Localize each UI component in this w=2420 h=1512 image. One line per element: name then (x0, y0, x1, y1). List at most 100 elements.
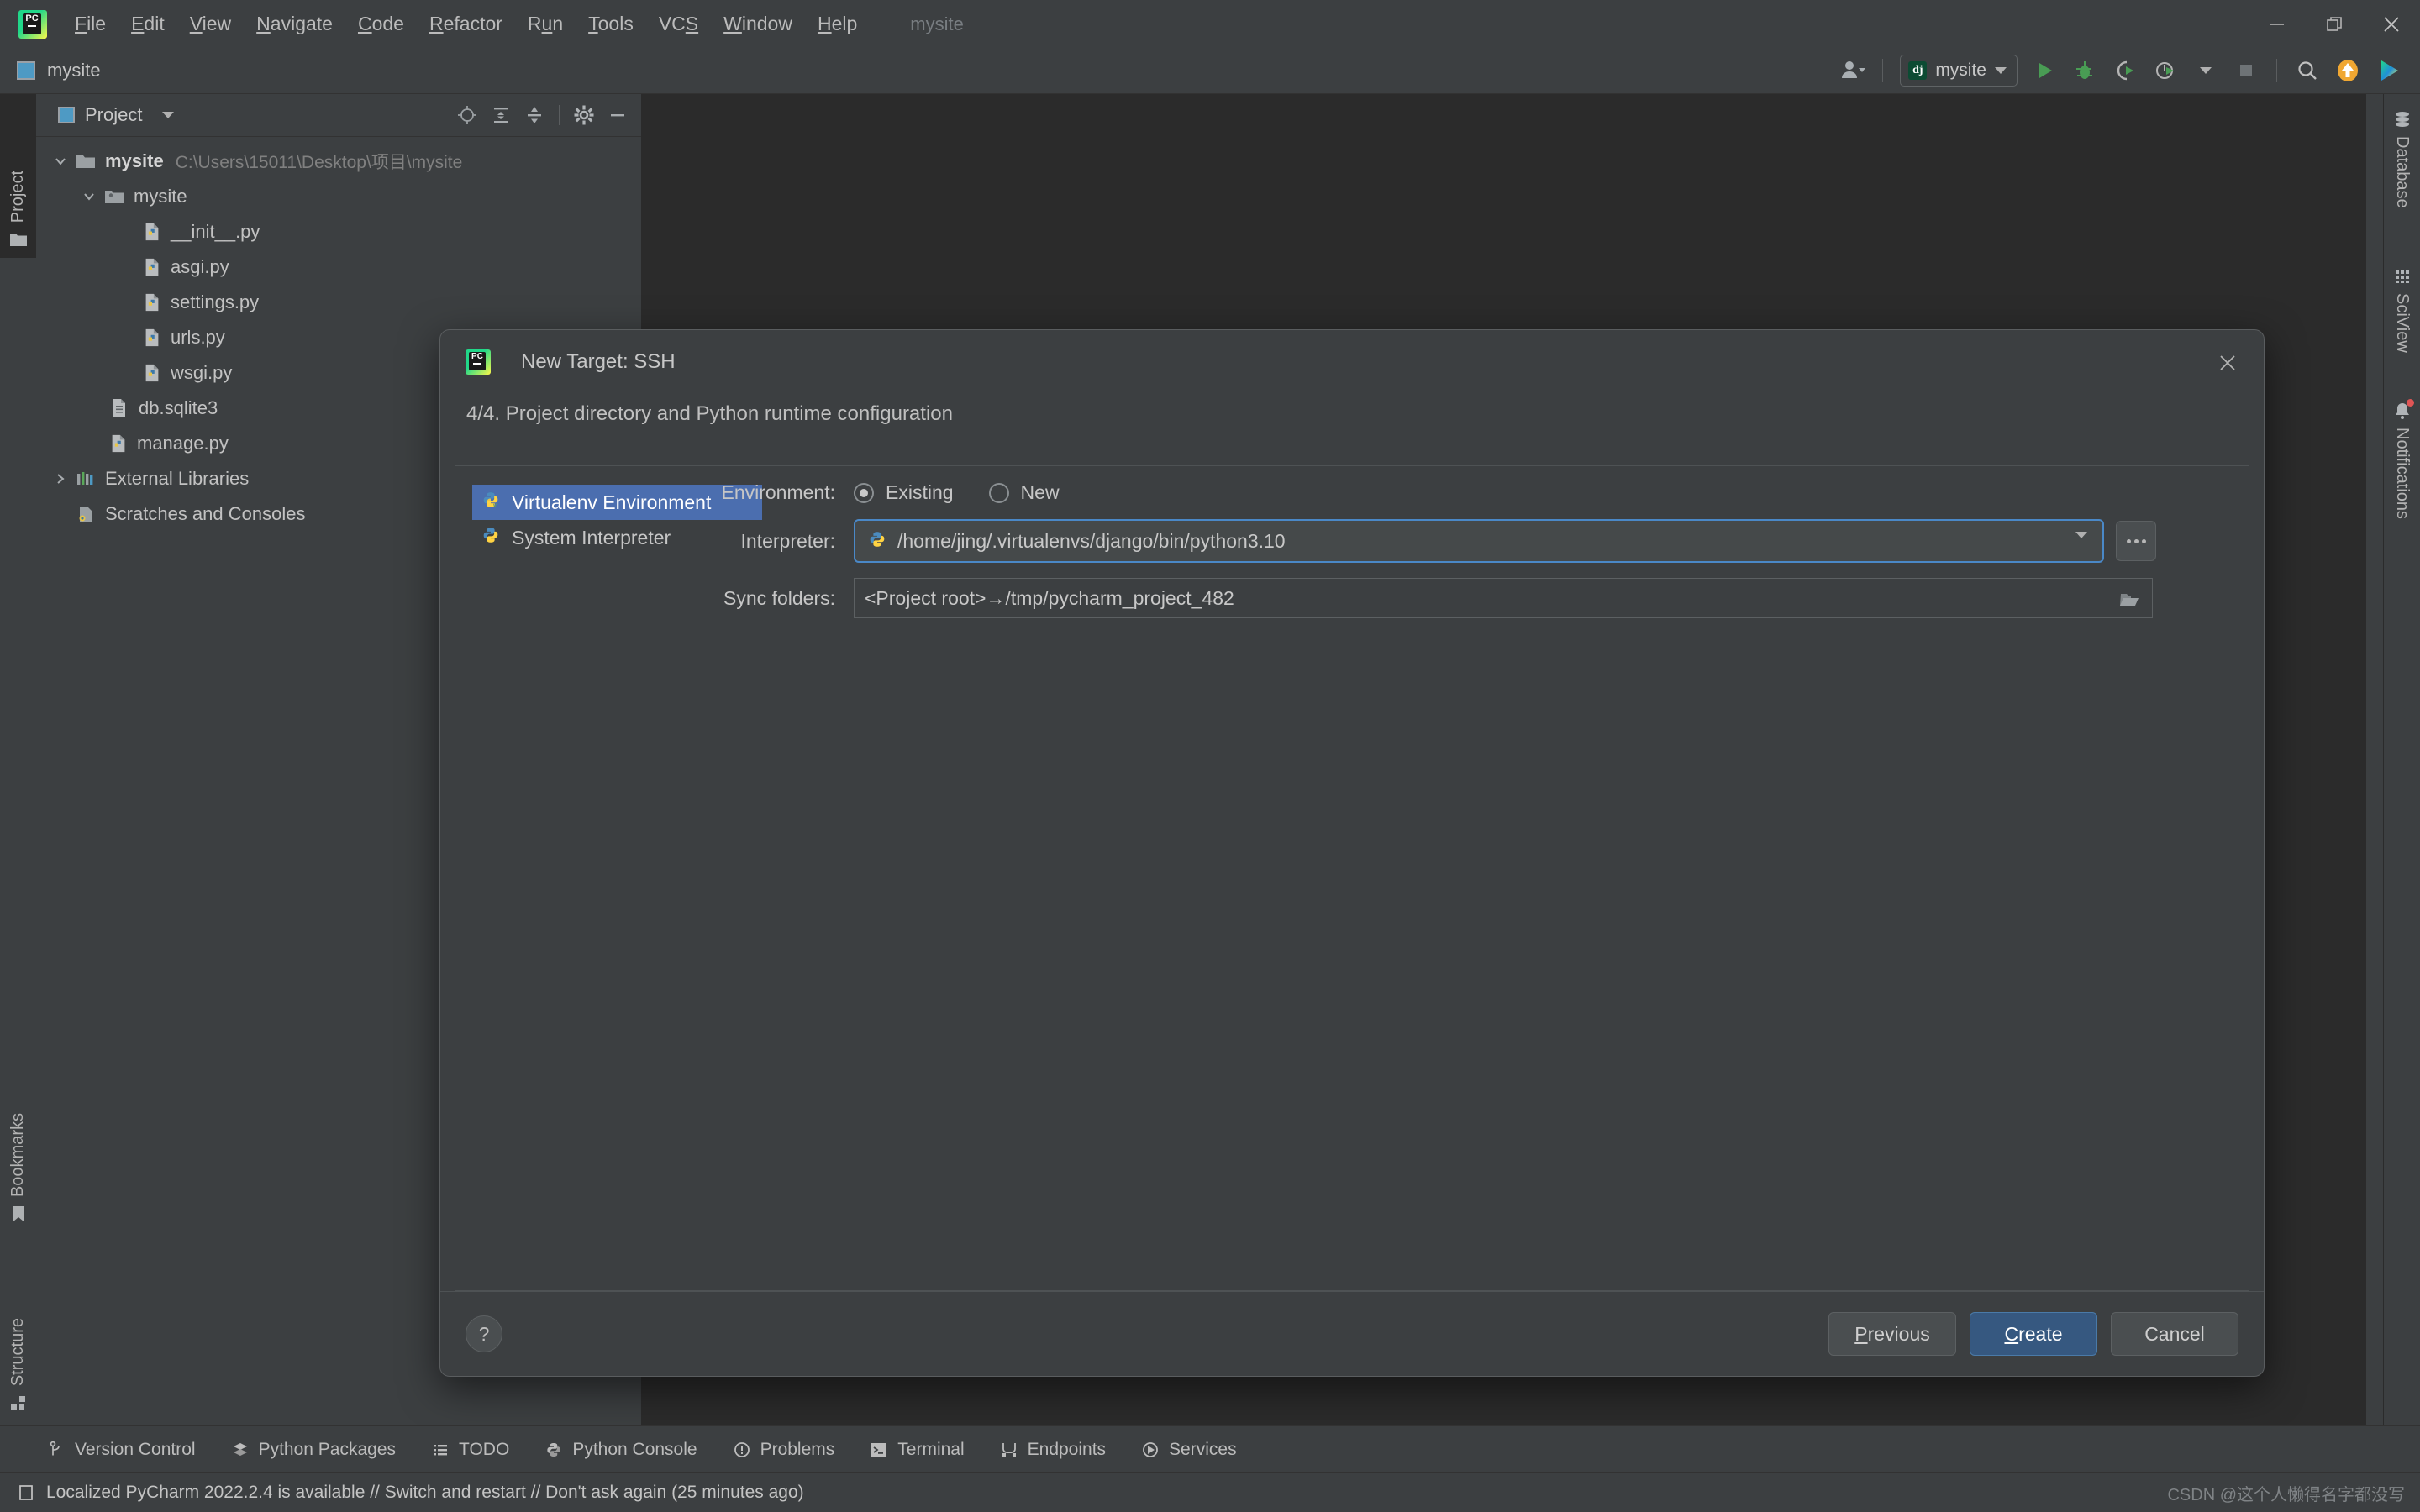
tree-label: db.sqlite3 (139, 397, 218, 418)
main-toolbar: mysite dj mysite (0, 48, 2420, 94)
chevron-down-icon[interactable] (162, 112, 175, 118)
sidebar-item-structure[interactable]: Structure (0, 1236, 36, 1421)
python-file-icon (142, 328, 162, 348)
profile-icon[interactable] (2147, 52, 2184, 89)
radio-existing-label: Existing (886, 481, 954, 503)
minimize-icon[interactable] (2249, 0, 2306, 48)
menu-run[interactable]: Run (515, 9, 576, 39)
interpreter-value: /home/jing/.virtualenvs/django/bin/pytho… (897, 529, 1286, 552)
bottom-item-todo[interactable]: TODO (431, 1440, 509, 1460)
status-message-area[interactable]: Localized PyCharm 2022.2.4 is available … (17, 1483, 804, 1503)
locate-icon[interactable] (452, 100, 482, 130)
interpreter-browse-button[interactable] (2116, 521, 2156, 561)
radio-new-indicator[interactable] (988, 482, 1009, 503)
sync-folders-field[interactable]: <Project root>→/tmp/pycharm_project_482 (854, 578, 2153, 618)
radio-new[interactable]: New (988, 481, 1060, 504)
menu-help[interactable]: Help (805, 9, 870, 39)
close-icon[interactable] (2363, 0, 2420, 48)
project-panel-tools (452, 94, 633, 136)
dialog-body: v Virtualenv Environment System Interpre… (455, 465, 2249, 1291)
dataspell-icon[interactable] (2370, 52, 2407, 89)
bottom-item-endpoints[interactable]: Endpoints (1000, 1440, 1106, 1460)
menu-edit[interactable]: Edit (118, 9, 177, 39)
rail-label-notifications: Notifications (2393, 428, 2412, 519)
tree-row-settings-py[interactable]: settings.py (36, 285, 641, 320)
menu-navigate[interactable]: Navigate (244, 9, 345, 39)
stop-icon[interactable] (2228, 52, 2265, 89)
project-widget[interactable]: mysite (17, 60, 101, 81)
hide-icon[interactable] (602, 100, 633, 130)
database-icon (2392, 109, 2412, 129)
twisty-collapsed-icon[interactable] (46, 471, 75, 486)
tree-row-mysite-pkg[interactable]: mysite (36, 179, 641, 214)
bell-icon (2392, 399, 2414, 421)
tree-row-asgi-py[interactable]: asgi.py (36, 249, 641, 285)
menu-refactor[interactable]: Refactor (417, 9, 515, 39)
menu-vcs[interactable]: VCS (646, 9, 711, 39)
env-option-label: System Interpreter (512, 526, 671, 549)
sidebar-item-bookmarks[interactable]: Bookmarks (0, 1035, 36, 1232)
menu-tools[interactable]: Tools (576, 9, 646, 39)
create-button[interactable]: Create (1970, 1312, 2097, 1356)
sidebar-item-notifications[interactable]: Notifications (2384, 392, 2420, 528)
previous-button[interactable]: Previous (1828, 1312, 1956, 1356)
radio-existing[interactable]: Existing (854, 481, 954, 504)
tree-row-mysite-root[interactable]: mysite C:\Users\15011\Desktop\项目\mysite (36, 144, 641, 179)
python-file-icon (142, 222, 162, 242)
sidebar-item-database[interactable]: Database (2384, 101, 2420, 217)
bottom-item-problems[interactable]: Problems (733, 1440, 834, 1460)
sidebar-item-project[interactable]: Project (0, 94, 36, 258)
menu-window[interactable]: Window (711, 9, 805, 39)
virtualenv-icon: v (481, 490, 501, 515)
collapse-all-icon[interactable] (519, 100, 550, 130)
bottom-tool-bar: Version Control Python Packages TODO Pyt… (0, 1425, 2420, 1473)
update-project-icon[interactable] (2329, 52, 2366, 89)
rail-label-structure: Structure (8, 1317, 27, 1386)
tree-label: settings.py (171, 291, 260, 312)
bottom-item-version-control[interactable]: Version Control (47, 1440, 196, 1460)
branch-icon (47, 1441, 66, 1459)
menu-file[interactable]: File (62, 9, 118, 39)
run-icon[interactable] (2026, 52, 2063, 89)
run-with-coverage-icon[interactable] (2107, 52, 2144, 89)
bottom-item-python-packages[interactable]: Python Packages (231, 1440, 396, 1460)
watermark: CSDN @这个人懒得名字都没写 (2167, 1486, 2405, 1504)
help-button[interactable]: ? (466, 1315, 502, 1352)
rail-label-sciview: SciView (2393, 293, 2412, 353)
tree-row-init-py[interactable]: __init__.py (36, 214, 641, 249)
twisty-expanded-icon[interactable] (46, 154, 75, 169)
sidebar-item-sciview[interactable]: SciView (2384, 258, 2420, 361)
python-icon (867, 529, 887, 554)
close-icon[interactable] (2210, 345, 2245, 381)
tree-label: urls.py (171, 327, 225, 348)
bottom-item-services[interactable]: Services (1141, 1440, 1237, 1460)
folder-browse-icon[interactable] (2118, 589, 2140, 615)
expand-all-icon[interactable] (486, 100, 516, 130)
toolbar-separator-2 (2276, 59, 2277, 82)
bottom-item-terminal[interactable]: Terminal (870, 1440, 965, 1460)
restore-icon[interactable] (2306, 0, 2363, 48)
tree-label: Scratches and Consoles (105, 503, 306, 524)
menu-code[interactable]: Code (345, 9, 417, 39)
bottom-item-label: Python Packages (258, 1439, 397, 1459)
twisty-expanded-icon[interactable] (75, 189, 103, 204)
notification-icon (17, 1483, 35, 1502)
cancel-button[interactable]: Cancel (2111, 1312, 2238, 1356)
left-tool-rail: Project Bookmarks Structure (0, 94, 37, 1441)
dialog-title: New Target: SSH (521, 350, 676, 373)
todo-icon (431, 1441, 450, 1459)
user-account-icon[interactable] (1833, 52, 1870, 89)
chevron-down-icon[interactable] (2075, 532, 2087, 554)
run-configuration-selector[interactable]: dj mysite (1900, 55, 2018, 87)
interpreter-combobox[interactable]: /home/jing/.virtualenvs/django/bin/pytho… (854, 519, 2104, 563)
menu-view[interactable]: View (177, 9, 244, 39)
gear-icon[interactable] (569, 100, 599, 130)
radio-existing-indicator[interactable] (854, 482, 874, 503)
debug-icon[interactable] (2066, 52, 2103, 89)
tree-label: manage.py (137, 433, 229, 454)
search-everywhere-icon[interactable] (2289, 52, 2326, 89)
bottom-item-python-console[interactable]: Python Console (544, 1440, 697, 1460)
scratches-icon (75, 503, 97, 525)
libraries-icon (75, 468, 97, 490)
profile-dropdown-icon[interactable] (2187, 52, 2224, 89)
